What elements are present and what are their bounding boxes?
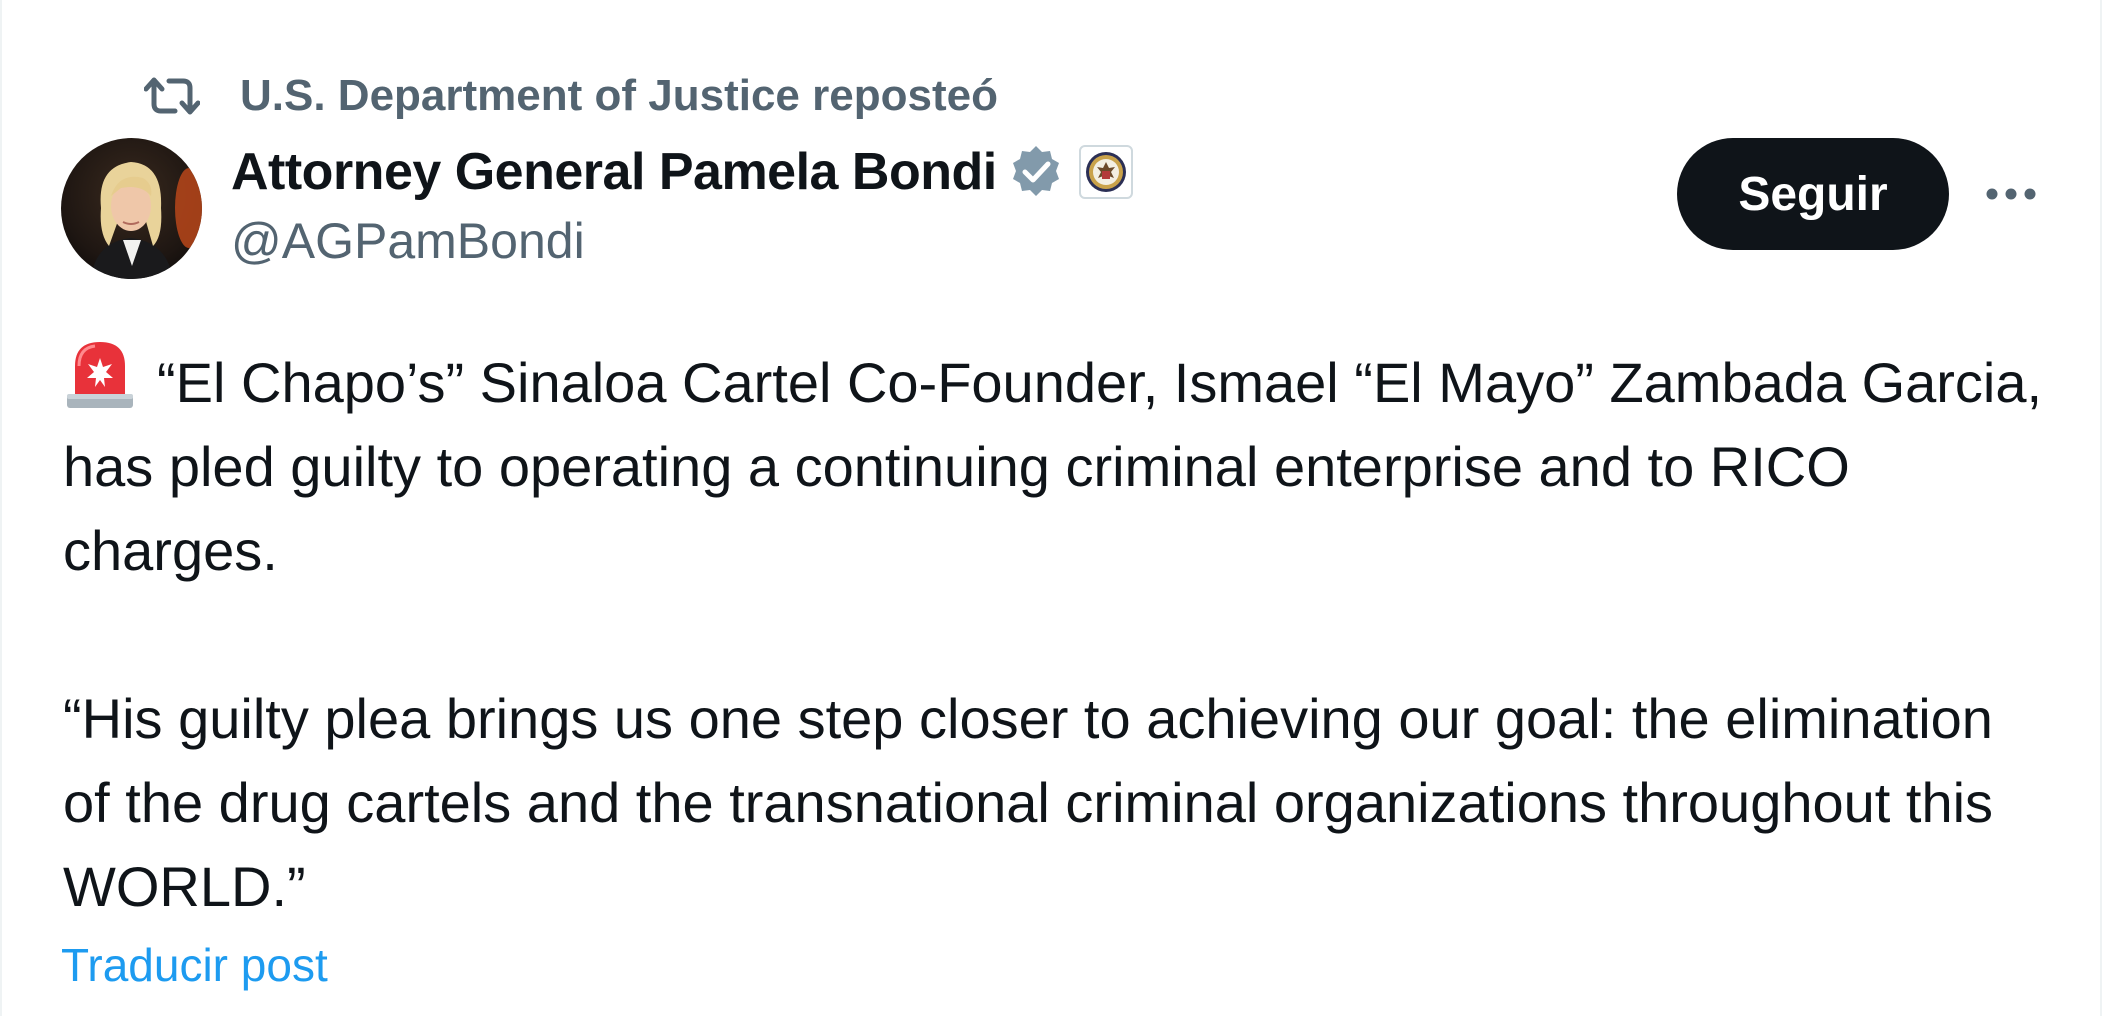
follow-button[interactable]: Seguir	[1677, 138, 1949, 250]
translate-post-link[interactable]: Traducir post	[61, 938, 328, 992]
repost-icon	[144, 77, 200, 115]
more-options-button[interactable]	[1982, 172, 2040, 216]
avatar[interactable]	[61, 138, 202, 279]
author-display-name[interactable]: Attorney General Pamela Bondi	[231, 142, 997, 202]
repost-label[interactable]: U.S. Department of Justice reposteó	[240, 71, 998, 121]
author-handle[interactable]: @AGPamBondi	[231, 212, 585, 270]
tweet-paragraph-1: “El Chapo’s” Sinaloa Cartel Co-Founder, …	[63, 336, 2053, 593]
police-siren-icon	[63, 336, 137, 412]
more-options-icon	[1986, 188, 2036, 200]
repost-indicator[interactable]: U.S. Department of Justice reposteó	[144, 66, 998, 126]
author-name-row[interactable]: Attorney General Pamela Bondi	[231, 140, 1133, 204]
doj-seal-icon[interactable]	[1078, 145, 1133, 199]
tweet-paragraph-2: “His guilty plea brings us one step clos…	[63, 687, 1994, 918]
tweet-card: U.S. Department of Justice reposteó Atto…	[0, 0, 2102, 1016]
tweet-text: “El Chapo’s” Sinaloa Cartel Co-Founder, …	[63, 336, 2053, 929]
tweet-paragraph-1-text: “El Chapo’s” Sinaloa Cartel Co-Founder, …	[63, 351, 2043, 582]
verified-badge-icon[interactable]	[1007, 143, 1065, 201]
